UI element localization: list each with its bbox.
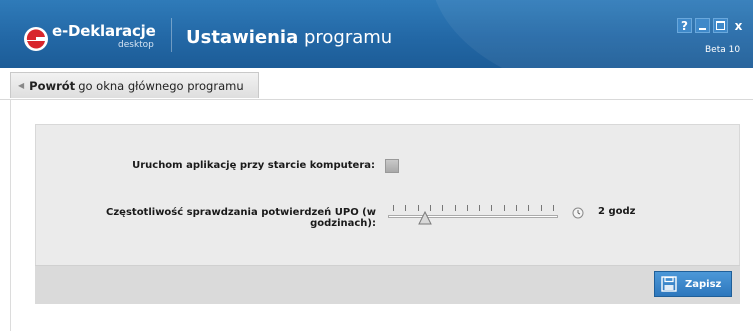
slider-tick — [516, 205, 518, 211]
upo-frequency-label: Częstotliwość sprawdzania potwierdzeń UP… — [106, 207, 376, 229]
slider-tick — [540, 205, 542, 211]
slider-tick — [442, 205, 444, 211]
maximize-icon — [716, 21, 725, 30]
slider-tick — [393, 205, 394, 211]
upo-frequency-value: 2 godz — [598, 206, 636, 217]
slider-tick — [466, 205, 468, 211]
page-title-light: programu — [303, 27, 393, 48]
save-button[interactable]: Zapisz — [654, 271, 732, 297]
slider-tick — [553, 205, 554, 211]
back-tab-bold: Powrót — [29, 78, 76, 93]
minimize-icon — [699, 27, 706, 30]
app-header: e-Deklaracje desktop Ustawienia programu… — [0, 0, 753, 68]
header-divider — [171, 18, 172, 52]
logo-subtext: desktop — [118, 40, 154, 50]
back-tab-label: go okna głównego programu — [78, 78, 244, 93]
slider-tick — [479, 205, 481, 211]
minimize-button[interactable] — [695, 18, 710, 33]
clock-icon — [572, 207, 584, 219]
maximize-button[interactable] — [713, 18, 728, 33]
back-arrow-icon: ◀ — [18, 81, 25, 90]
header-decoration — [430, 0, 753, 68]
upo-frequency-slider[interactable] — [388, 203, 558, 227]
e-deklaracje-logo-icon — [24, 27, 48, 51]
slider-thumb[interactable] — [418, 211, 433, 225]
slider-tick — [429, 205, 431, 211]
logo-text: e-Deklaracje — [52, 22, 156, 40]
slider-tick — [503, 205, 505, 211]
back-to-main-tab[interactable]: ◀ Powrót go okna głównego programu — [10, 72, 259, 98]
settings-footer — [35, 265, 740, 304]
version-label: Beta 10 — [705, 45, 741, 55]
page-title: Ustawienia programu — [186, 27, 392, 48]
slider-tick — [454, 205, 456, 211]
slider-tick — [491, 205, 493, 211]
floppy-disk-icon — [661, 276, 677, 292]
slider-tick — [405, 205, 407, 211]
save-button-label: Zapisz — [685, 278, 722, 290]
slider-track — [388, 215, 558, 218]
slider-tick — [417, 205, 419, 211]
close-button[interactable]: x — [731, 18, 746, 33]
help-button[interactable]: ? — [677, 18, 692, 33]
slider-tick — [528, 205, 530, 211]
autostart-label: Uruchom aplikację przy starcie komputera… — [132, 160, 375, 171]
autostart-checkbox[interactable] — [385, 159, 399, 173]
page-title-bold: Ustawienia — [186, 27, 299, 48]
